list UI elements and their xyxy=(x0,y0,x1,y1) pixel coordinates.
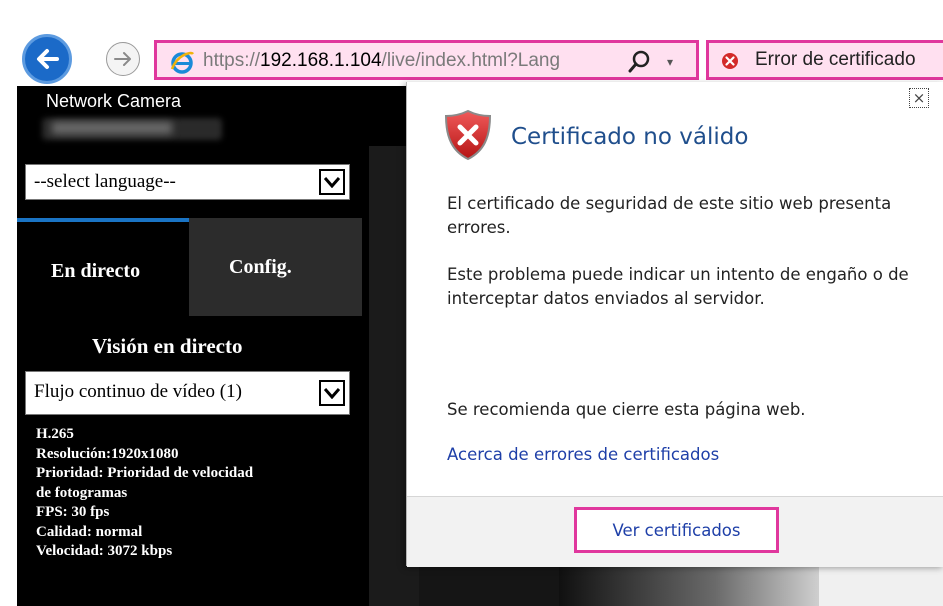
popup-message: El certificado de seguridad de este siti… xyxy=(447,194,892,237)
url-prefix: https:// xyxy=(203,50,261,71)
view-certificates-button[interactable]: Ver certificados xyxy=(574,507,779,553)
stream-info-line: Calidad: normal xyxy=(36,523,143,540)
search-icon[interactable] xyxy=(627,49,653,75)
popup-message: Este problema puede indicar un intento d… xyxy=(447,265,909,308)
back-arrow-icon xyxy=(37,49,59,69)
stream-info-line: Resolución:1920x1080 xyxy=(36,445,179,462)
url-path: /live/index.html?Lang xyxy=(381,50,561,71)
about-certificate-errors-link[interactable]: Acerca de errores de certificados xyxy=(447,445,719,464)
popup-message: Se recomienda que cierre esta página web… xyxy=(447,400,806,419)
stream-select-value: Flujo continuo de vídeo (1) xyxy=(34,381,242,402)
stream-select[interactable]: Flujo continuo de vídeo (1) xyxy=(25,371,350,415)
blurred-model-name-text xyxy=(52,122,172,134)
certificate-error-button[interactable]: Error de certificado xyxy=(706,40,943,80)
forward-arrow-icon xyxy=(114,52,131,66)
chevron-down-icon xyxy=(319,169,345,195)
url-text: https://192.168.1.104/live/index.html?La… xyxy=(203,50,560,72)
camera-title: Network Camera xyxy=(46,91,182,111)
stream-info-line: FPS: 30 fps xyxy=(36,504,110,520)
tab-live-label: En directo xyxy=(51,260,141,282)
stream-info-line: H.265 xyxy=(36,426,74,442)
certificate-error-popup: × Certificado no válido El certificado d… xyxy=(406,82,943,567)
language-select[interactable]: --select language-- xyxy=(25,164,350,200)
tab-live[interactable]: En directo xyxy=(17,218,189,316)
chevron-down-icon[interactable]: ▾ xyxy=(667,55,673,69)
stream-info-line: de fotogramas xyxy=(36,484,128,501)
close-button[interactable]: × xyxy=(909,88,929,108)
back-button[interactable] xyxy=(22,34,72,84)
popup-footer: Ver certificados xyxy=(407,496,943,567)
language-select-value: --select language-- xyxy=(34,171,176,192)
shield-error-icon xyxy=(444,109,492,161)
chevron-down-icon xyxy=(319,380,345,406)
address-bar[interactable]: https://192.168.1.104/live/index.html?La… xyxy=(154,40,699,80)
popup-title: Certificado no válido xyxy=(511,124,749,150)
stream-info-line: Velocidad: 3072 kbps xyxy=(36,543,173,559)
url-host: 192.168.1.104 xyxy=(260,50,382,71)
error-icon xyxy=(722,53,738,69)
certificate-error-label: Error de certificado xyxy=(755,49,916,70)
stream-info: H.265 Resolución:1920x1080 Prioridad: Pr… xyxy=(36,425,356,562)
ie-logo-icon xyxy=(170,51,195,74)
tab-config-label: Config. xyxy=(229,256,292,278)
forward-button[interactable] xyxy=(106,42,140,76)
tab-config[interactable]: Config. xyxy=(189,218,362,316)
browser-toolbar: https://192.168.1.104/live/index.html?La… xyxy=(0,0,943,86)
live-view-heading: Visión en directo xyxy=(92,334,243,358)
stream-info-line: Prioridad: Prioridad de velocidad xyxy=(36,465,254,481)
